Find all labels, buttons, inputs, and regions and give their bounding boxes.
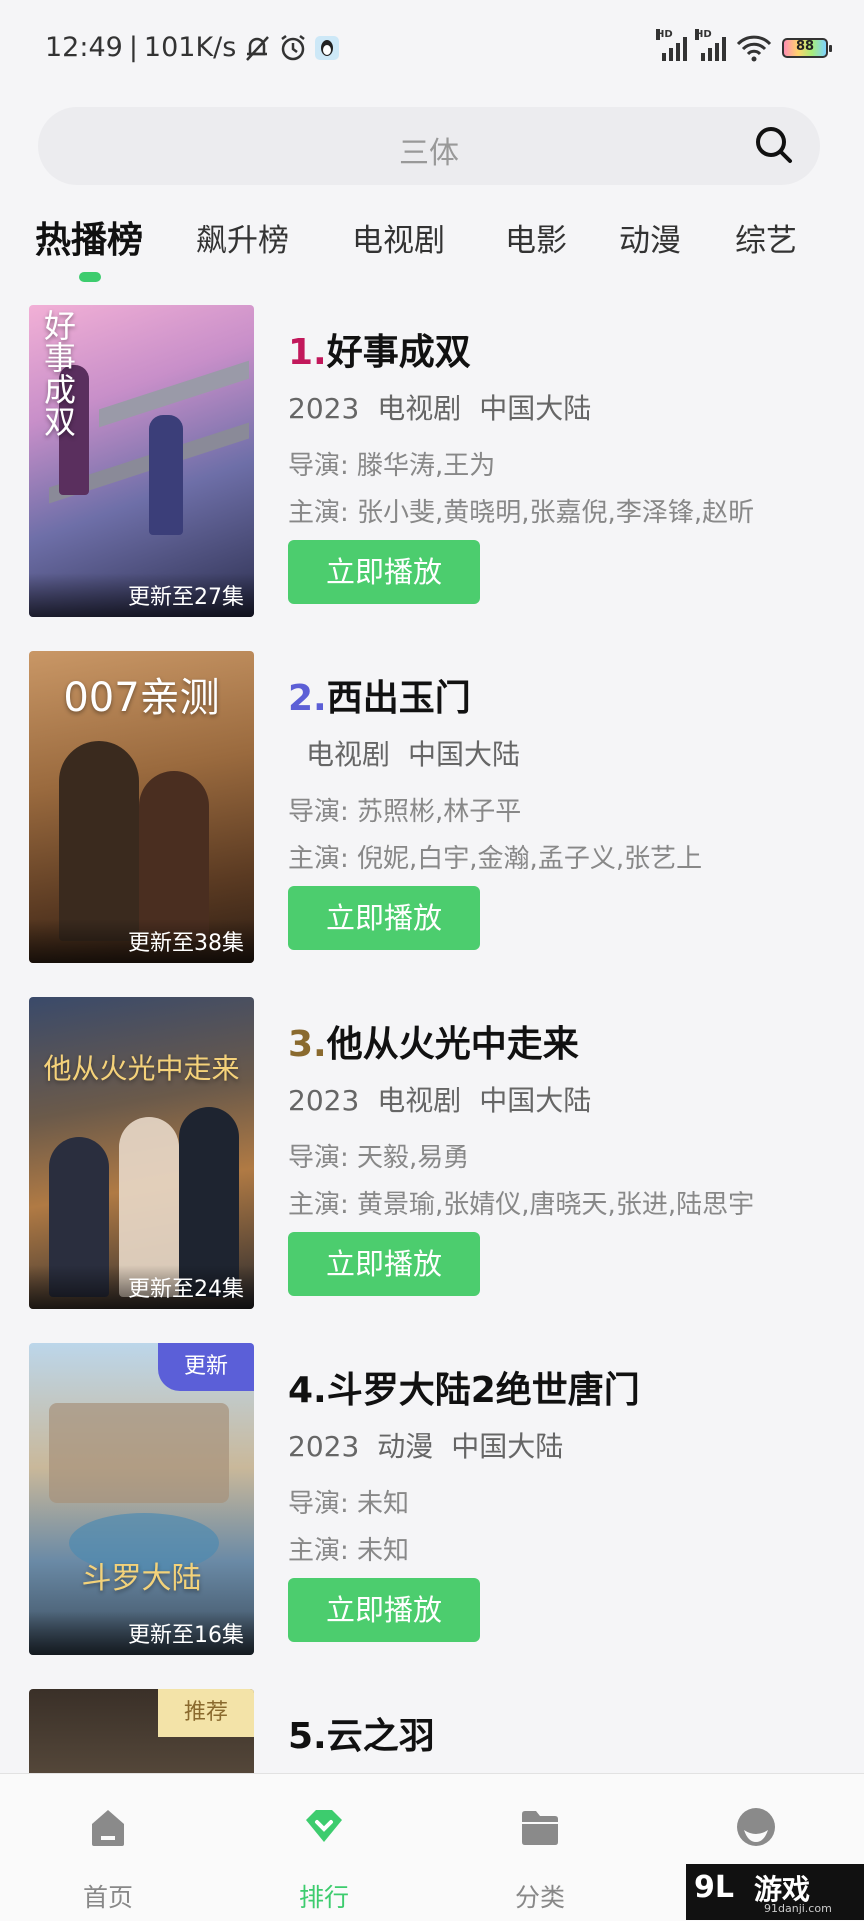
item-cast: 主演: 倪妮,白宇,金瀚,孟子义,张艺上 [288,844,703,874]
ranking-icon [306,1810,342,1842]
item-meta: 2023 动漫 中国大陆 [288,1425,581,1465]
nav-ranking-label: 排行 [298,1883,349,1912]
poster-title-art: 他从火光中走来 [43,1052,240,1085]
episode-update-label: 更新至27集 [29,573,254,617]
search-placeholder[interactable]: 三体 [38,128,820,172]
poster-image[interactable]: 推荐 [29,1689,254,1773]
site-watermark: 9L 游戏 91danji.com [686,1864,864,1920]
list-item[interactable]: 他从火光中走来 更新至24集 3.他从火光中走来 2023 电视剧 中国大陆 导演:… [0,997,864,1309]
list-item[interactable]: 好事成双 更新至27集 1.好事成双 2023 电视剧 中国大陆 导演: 滕华涛,王… [0,305,864,617]
mute-bell-icon [246,35,270,61]
nav-home-label: 首页 [82,1883,133,1912]
play-now-button[interactable]: 立即播放 [288,540,480,604]
episode-update-label: 更新至16集 [29,1611,254,1655]
poster-overlay-text: 007亲测 [63,675,220,721]
poster-image[interactable]: 007亲测 更新至38集 [29,651,254,963]
category-tabs: 热播榜 飙升榜 电视剧 电影 动漫 综艺 [0,205,864,285]
tab-rising[interactable]: 飙升榜 [196,215,289,260]
poster-image[interactable]: 好事成双 更新至27集 [29,305,254,617]
poster-image[interactable]: 斗罗大陆 更新 更新至16集 [29,1343,254,1655]
item-year: 2023 [288,1430,360,1463]
tab-variety[interactable]: 综艺 [735,215,797,260]
item-title[interactable]: 5.云之羽 [288,1707,435,1759]
item-region: 中国大陆 [479,1084,592,1117]
item-title[interactable]: 3.他从火光中走来 [288,1015,579,1067]
status-right: HD HD 88 [656,29,832,62]
tab-anime[interactable]: 动漫 [619,215,681,260]
episode-update-label: 更新至24集 [29,1265,254,1309]
item-type: 动漫 [377,1430,434,1463]
list-item[interactable]: 推荐 5.云之羽 [0,1689,864,1773]
title-text: 他从火光中走来 [326,1024,579,1065]
search-bar[interactable]: 三体 [38,107,820,185]
recommend-badge: 推荐 [158,1689,254,1737]
update-badge: 更新 [158,1343,254,1391]
item-cast: 主演: 未知 [288,1536,410,1566]
item-director: 导演: 天毅,易勇 [288,1143,470,1173]
item-title[interactable]: 1.好事成双 [288,323,471,375]
item-year: 2023 [288,1084,360,1117]
tab-tv-series[interactable]: 电视剧 [352,215,445,260]
item-type: 电视剧 [377,392,462,425]
rank-number: 5. [288,1716,327,1757]
tab-hot[interactable]: 热播榜 [35,211,143,263]
network-speed: 101K/s [143,32,237,63]
nav-home[interactable]: 首页 [48,1774,168,1921]
title-text: 云之羽 [326,1716,435,1757]
item-meta: 2023 电视剧 中国大陆 [288,1079,609,1119]
signal-hd-1-icon: HD [656,29,687,61]
poster-title-art: 斗罗大陆 [81,1561,202,1596]
watermark-url: 91danji.com [764,1902,832,1915]
item-type: 电视剧 [306,738,391,771]
item-year: 2023 [288,392,360,425]
battery-icon: 88 [782,38,832,58]
play-now-button[interactable]: 立即播放 [288,1578,480,1642]
status-bar: 12:49 | 101K/s HD HD 88 [0,0,864,100]
title-text: 斗罗大陆2绝世唐门 [326,1370,640,1411]
item-type: 电视剧 [377,1084,462,1117]
item-cast: 主演: 张小斐,黄晓明,张嘉倪,李泽锋,赵昕 [288,498,755,528]
search-icon[interactable] [754,125,794,165]
list-item[interactable]: 斗罗大陆 更新 更新至16集 4.斗罗大陆2绝世唐门 2023 动漫 中国大陆 导演… [0,1343,864,1655]
title-text: 西出玉门 [326,678,471,719]
signal-hd-2-icon: HD [695,29,726,61]
rank-number: 2. [288,678,327,719]
item-meta: 电视剧 中国大陆 [288,733,538,773]
rank-number: 4. [288,1370,327,1411]
status-left: 12:49 | 101K/s [45,32,340,63]
qq-notification-icon [315,35,340,60]
item-title[interactable]: 2.西出玉门 [288,669,471,721]
rank-number: 1. [288,332,327,373]
rank-number: 3. [288,1024,327,1065]
nav-category-label: 分类 [514,1883,565,1912]
nav-ranking[interactable]: 排行 [264,1774,384,1921]
play-now-button[interactable]: 立即播放 [288,1232,480,1296]
poster-image[interactable]: 他从火光中走来 更新至24集 [29,997,254,1309]
poster-title-art: 好事成双 [39,309,77,437]
item-director: 导演: 滕华涛,王为 [288,451,496,481]
item-region: 中国大陆 [408,738,521,771]
folder-icon [522,1811,558,1845]
play-now-button[interactable]: 立即播放 [288,886,480,950]
tab-movies[interactable]: 电影 [505,215,567,260]
item-title[interactable]: 4.斗罗大陆2绝世唐门 [288,1361,640,1413]
item-region: 中国大陆 [451,1430,564,1463]
nav-category[interactable]: 分类 [480,1774,600,1921]
title-text: 好事成双 [326,332,471,373]
item-meta: 2023 电视剧 中国大陆 [288,387,609,427]
active-tab-indicator [79,272,101,282]
status-time: 12:49 [45,32,123,63]
profile-icon [737,1808,775,1846]
item-director: 导演: 未知 [288,1489,410,1519]
list-item[interactable]: 007亲测 更新至38集 2.西出玉门 电视剧 中国大陆 导演: 苏照彬,林子平 … [0,651,864,963]
wifi-icon [736,35,772,62]
item-director: 导演: 苏照彬,林子平 [288,797,522,827]
item-region: 中国大陆 [479,392,592,425]
status-divider: | [128,32,138,63]
watermark-logo: 9L [694,1870,734,1905]
episode-update-label: 更新至38集 [29,919,254,963]
alarm-icon [281,34,306,60]
item-cast: 主演: 黄景瑜,张婧仪,唐晓天,张进,陆思宇 [288,1190,755,1220]
home-icon [92,1810,124,1846]
